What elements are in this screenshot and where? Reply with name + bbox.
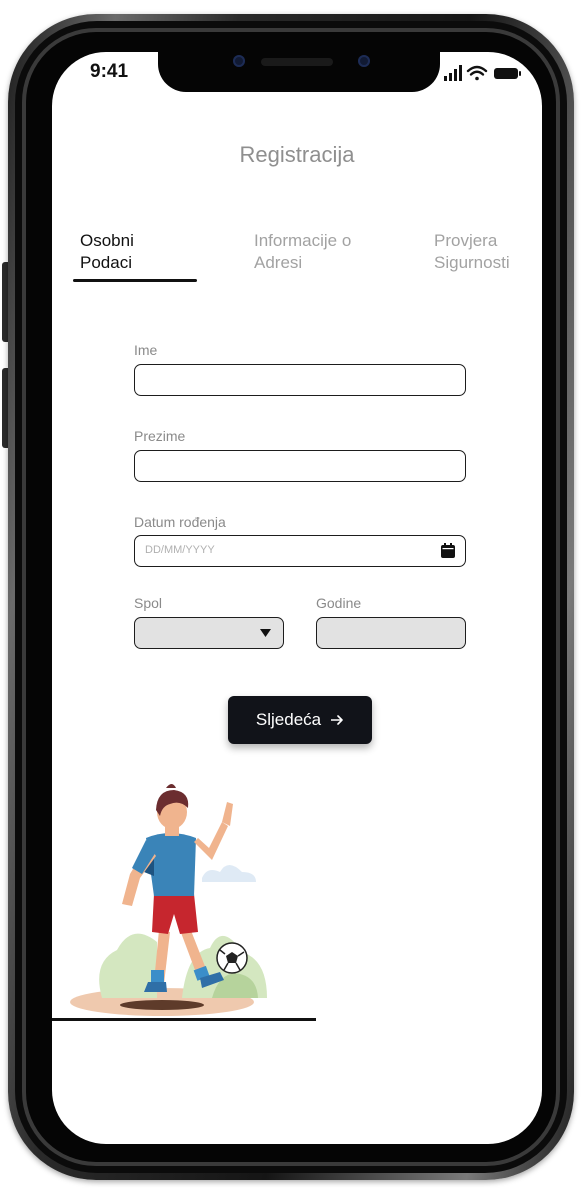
battery-icon [494, 68, 521, 79]
birth-date-label: Datum rođenja [134, 514, 226, 530]
tab-label-line: Adresi [254, 253, 303, 272]
tab-label-line: Informacije o [254, 231, 352, 250]
last-name-label: Prezime [134, 428, 186, 444]
page-title: Registracija [239, 142, 355, 167]
birth-date-placeholder: DD/MM/YYYY [145, 544, 215, 556]
last-name-input[interactable] [134, 450, 466, 482]
age-field [316, 617, 466, 649]
first-name-input[interactable] [134, 364, 466, 396]
divider [52, 1018, 316, 1021]
speaker-grille [261, 58, 333, 66]
age-label: Godine [316, 595, 362, 611]
gender-label: Spol [134, 595, 163, 611]
next-button[interactable]: Sljedeća [228, 696, 372, 744]
tab-label-line: Provjera [434, 231, 498, 250]
soccer-player-illustration [70, 784, 267, 1016]
tab-personal-data[interactable]: Osobni Podaci [80, 230, 134, 274]
tab-address-info[interactable]: Informacije o Adresi [254, 230, 351, 274]
calendar-icon[interactable] [441, 543, 455, 558]
tab-label-line: Podaci [80, 253, 132, 272]
status-time: 9:41 [90, 61, 129, 82]
wifi-icon [466, 65, 488, 81]
cloud-icon [202, 865, 256, 882]
caret-down-icon [260, 629, 271, 637]
status-icons [444, 65, 521, 81]
tab-label-line: Sigurnosti [434, 253, 510, 272]
sensor-icon [358, 55, 370, 67]
tab-label-line: Osobni [80, 231, 134, 250]
birth-date-input[interactable]: DD/MM/YYYY [134, 535, 466, 567]
notch [158, 52, 440, 92]
active-tab-indicator [73, 279, 197, 282]
tab-security-check[interactable]: Provjera Sigurnosti [434, 230, 510, 274]
gender-select[interactable] [134, 617, 284, 649]
next-button-label: Sljedeća [255, 710, 322, 729]
arrow-right-icon [331, 715, 343, 725]
signal-icon [444, 65, 462, 81]
app-screen: 9:41 Registracija Osobni Podaci Informac… [52, 52, 542, 1144]
first-name-label: Ime [134, 342, 158, 358]
camera-icon [233, 55, 245, 67]
